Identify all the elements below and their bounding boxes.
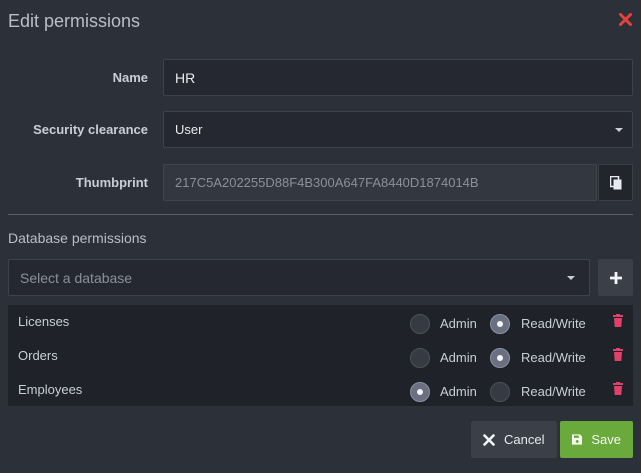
trash-icon[interactable] xyxy=(613,348,623,361)
admin-label: Admin xyxy=(440,350,477,365)
thumbprint-field: 217C5A202255D88F4B300A647FA8440D1874014B xyxy=(163,164,597,201)
security-clearance-select[interactable]: User xyxy=(163,111,633,148)
database-permissions-title: Database permissions xyxy=(8,230,147,246)
readwrite-radio[interactable] xyxy=(490,348,510,368)
security-clearance-label: Security clearance xyxy=(33,122,148,137)
security-clearance-value: User xyxy=(175,122,203,137)
add-database-button[interactable] xyxy=(598,259,633,296)
readwrite-label: Read/Write xyxy=(521,350,586,365)
chevron-down-icon xyxy=(567,276,575,280)
database-name: Employees xyxy=(18,382,83,397)
cancel-label: Cancel xyxy=(504,432,545,447)
trash-icon[interactable] xyxy=(613,314,623,327)
database-select[interactable]: Select a database xyxy=(8,259,590,296)
copy-thumbprint-button[interactable] xyxy=(598,164,633,201)
close-button[interactable] xyxy=(616,8,634,30)
dialog-title: Edit permissions xyxy=(8,11,141,31)
trash-icon[interactable] xyxy=(613,382,623,395)
admin-radio[interactable] xyxy=(410,348,430,368)
chevron-down-icon xyxy=(615,128,623,132)
readwrite-label: Read/Write xyxy=(521,316,586,331)
thumbprint-label: Thumbprint xyxy=(75,175,148,190)
readwrite-label: Read/Write xyxy=(521,384,586,399)
close-icon xyxy=(618,12,632,26)
plus-icon xyxy=(609,271,622,284)
admin-label: Admin xyxy=(440,384,477,399)
readwrite-radio[interactable] xyxy=(490,314,510,334)
divider xyxy=(8,214,633,215)
admin-radio[interactable] xyxy=(410,382,430,402)
x-icon xyxy=(483,433,495,446)
database-select-placeholder: Select a database xyxy=(20,269,133,286)
database-name: Licenses xyxy=(18,314,70,329)
list-item: Orders Admin Read/Write xyxy=(8,339,633,373)
edit-permissions-dialog: Edit permissions Name HR Security cleara… xyxy=(0,0,641,473)
database-name: Orders xyxy=(18,348,58,363)
save-label: Save xyxy=(591,432,621,447)
name-label: Name xyxy=(112,70,148,85)
save-button[interactable]: Save xyxy=(560,421,633,458)
name-input[interactable]: HR xyxy=(163,59,633,96)
admin-label: Admin xyxy=(440,316,477,331)
cancel-button[interactable]: Cancel xyxy=(471,421,557,458)
copy-icon xyxy=(609,175,621,189)
floppy-disk-icon xyxy=(572,434,583,445)
database-permissions-list: Licenses Admin Read/Write Orders Admin R… xyxy=(8,305,633,406)
readwrite-radio[interactable] xyxy=(490,382,510,402)
list-item: Employees Admin Read/Write xyxy=(8,373,633,407)
admin-radio[interactable] xyxy=(410,314,430,334)
list-item: Licenses Admin Read/Write xyxy=(8,305,633,339)
